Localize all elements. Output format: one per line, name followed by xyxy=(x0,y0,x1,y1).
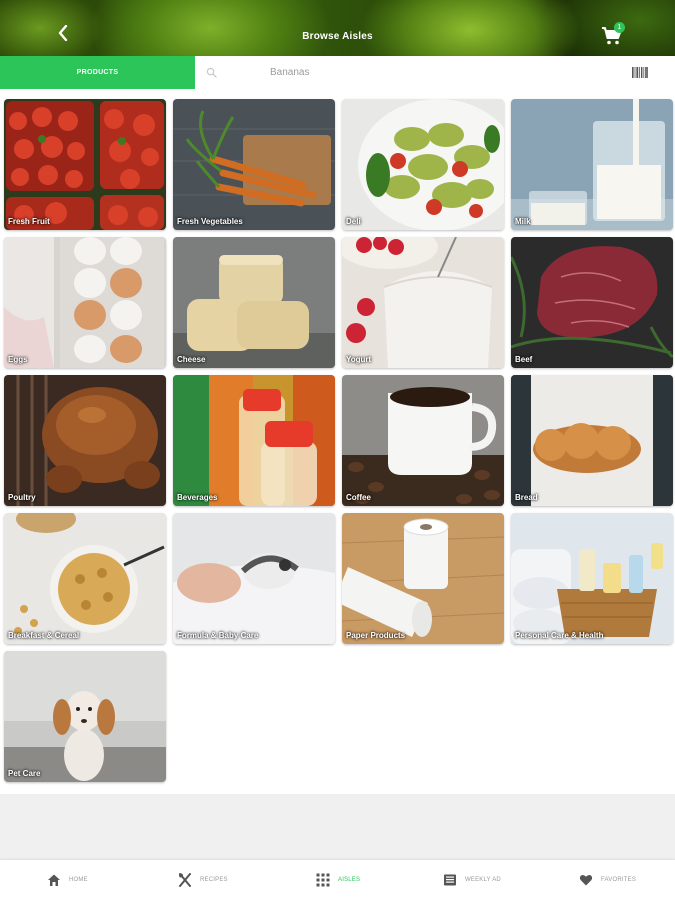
aisle-label: Beef xyxy=(515,355,533,364)
aisle-tile-coffee[interactable]: Coffee xyxy=(342,375,504,506)
aisle-label: Coffee xyxy=(346,493,371,502)
nav-label: HOME xyxy=(69,877,88,883)
aisle-label: Bread xyxy=(515,493,538,502)
grid-footer-space xyxy=(0,794,675,860)
barcode-icon[interactable] xyxy=(632,67,648,78)
aisle-label: Fresh Vegetables xyxy=(177,217,243,226)
aisle-label: Yogurt xyxy=(346,355,372,364)
aisle-tile-fresh-vegetables[interactable]: Fresh Vegetables xyxy=(173,99,335,230)
grid-icon xyxy=(316,873,330,887)
search-input[interactable] xyxy=(230,62,610,83)
aisle-label: Eggs xyxy=(8,355,28,364)
cart-count-badge: 1 xyxy=(614,22,625,33)
utensils-icon xyxy=(179,873,191,887)
coffee-image xyxy=(342,375,504,506)
deli-image xyxy=(342,99,504,230)
aisle-label: Poultry xyxy=(8,493,36,502)
aisle-label: Cheese xyxy=(177,355,206,364)
personal-care-health-image xyxy=(511,513,673,644)
fresh-fruit-image xyxy=(4,99,166,230)
heart-icon xyxy=(579,875,593,886)
beef-image xyxy=(511,237,673,368)
products-tab[interactable]: PRODUCTS xyxy=(0,56,195,89)
aisle-tile-personal-care-health[interactable]: Personal Care & Health xyxy=(511,513,673,644)
aisle-label: Fresh Fruit xyxy=(8,217,50,226)
bottom-nav: HOME RECIPES AISLES WEEKLY AD FAVORITES xyxy=(0,860,675,900)
nav-home[interactable]: HOME xyxy=(47,860,88,900)
aisle-label: Beverages xyxy=(177,493,218,502)
page-title: Browse Aisles xyxy=(302,31,373,42)
aisle-label: Deli xyxy=(346,217,361,226)
aisle-tile-paper-products[interactable]: Paper Products xyxy=(342,513,504,644)
aisle-tile-milk[interactable]: Milk xyxy=(511,99,673,230)
nav-favorites[interactable]: FAVORITES xyxy=(579,860,636,900)
aisle-tile-poultry[interactable]: Poultry xyxy=(4,375,166,506)
aisle-tile-formula-baby-care[interactable]: Formula & Baby Care xyxy=(173,513,335,644)
nav-weekly-ad[interactable]: WEEKLY AD xyxy=(443,860,501,900)
paper-products-image xyxy=(342,513,504,644)
header-banner: Browse Aisles 1 xyxy=(0,0,675,56)
nav-label: RECIPES xyxy=(200,877,228,883)
aisle-tile-cheese[interactable]: Cheese xyxy=(173,237,335,368)
fresh-vegetables-image xyxy=(173,99,335,230)
aisle-tile-eggs[interactable]: Eggs xyxy=(4,237,166,368)
aisle-label: Personal Care & Health xyxy=(515,631,604,640)
pet-care-image xyxy=(4,651,166,782)
nav-label: FAVORITES xyxy=(601,877,637,883)
aisle-tile-beverages[interactable]: Beverages xyxy=(173,375,335,506)
milk-image xyxy=(511,99,673,230)
aisle-tile-pet-care[interactable]: Pet Care xyxy=(4,651,166,782)
aisle-label: Breakfast & Cereal xyxy=(8,631,80,640)
poultry-image xyxy=(4,375,166,506)
aisle-label: Pet Care xyxy=(8,769,41,778)
nav-aisles[interactable]: AISLES xyxy=(316,860,360,900)
search-icon xyxy=(206,67,217,78)
bread-image xyxy=(511,375,673,506)
aisle-tile-fresh-fruit[interactable]: Fresh Fruit xyxy=(4,99,166,230)
cheese-image xyxy=(173,237,335,368)
aisle-label: Milk xyxy=(515,217,531,226)
eggs-image xyxy=(4,237,166,368)
yogurt-image xyxy=(342,237,504,368)
aisle-tile-deli[interactable]: Deli xyxy=(342,99,504,230)
newspaper-icon xyxy=(444,874,456,886)
aisle-label: Paper Products xyxy=(346,631,406,640)
beverages-image xyxy=(173,375,335,506)
aisle-tile-breakfast-cereal[interactable]: Breakfast & Cereal xyxy=(4,513,166,644)
aisle-label: Formula & Baby Care xyxy=(177,631,259,640)
nav-label: WEEKLY AD xyxy=(465,877,501,883)
breakfast-cereal-image xyxy=(4,513,166,644)
nav-recipes[interactable]: RECIPES xyxy=(178,860,228,900)
formula-baby-care-image xyxy=(173,513,335,644)
aisle-tile-yogurt[interactable]: Yogurt xyxy=(342,237,504,368)
aisle-tile-bread[interactable]: Bread xyxy=(511,375,673,506)
search-bar: PRODUCTS xyxy=(0,56,675,89)
home-icon xyxy=(48,874,60,886)
aisle-tile-beef[interactable]: Beef xyxy=(511,237,673,368)
nav-label: AISLES xyxy=(338,877,361,883)
